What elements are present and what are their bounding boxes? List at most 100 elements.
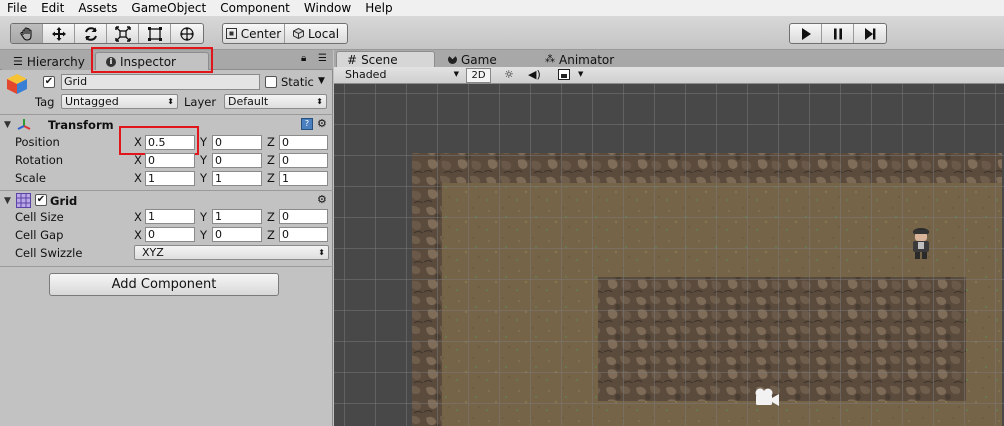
tab-hierarchy-label: Hierarchy <box>26 54 85 69</box>
layer-value: Default <box>228 95 269 108</box>
transform-axes-icon <box>16 117 32 136</box>
effects-image-icon[interactable] <box>558 69 570 80</box>
scale-x-field[interactable]: 1 <box>145 171 195 186</box>
gear-icon[interactable]: ⚙ <box>317 117 327 130</box>
cell-gap-label: Cell Gap <box>15 228 64 242</box>
main-toolbar: Center Local <box>0 16 1004 50</box>
cell-swizzle-dropdown[interactable]: XYZ ⬍ <box>134 245 329 260</box>
menu-file[interactable]: File <box>0 0 34 16</box>
rect-tool-icon[interactable] <box>139 24 171 43</box>
audio-toggle-icon[interactable]: ◀) <box>528 68 541 81</box>
tab-animator[interactable]: ⁂ Animator <box>534 51 626 67</box>
step-icon[interactable] <box>854 24 886 43</box>
shading-dropdown[interactable]: Shaded ▼ <box>342 68 462 83</box>
axis-x-label: X <box>134 210 142 224</box>
axis-y-label: Y <box>200 153 208 167</box>
position-y-field[interactable]: 0 <box>212 135 262 150</box>
move-tool-icon[interactable] <box>43 24 75 43</box>
foldout-arrow-icon[interactable]: ▼ <box>4 196 11 206</box>
pivot-center-button[interactable]: Center <box>223 24 285 43</box>
static-dropdown-icon[interactable]: ▼ <box>318 76 325 86</box>
position-label: Position <box>15 135 60 149</box>
position-z-field[interactable]: 0 <box>279 135 328 150</box>
tab-game[interactable]: Game <box>437 51 508 67</box>
cell-swizzle-value: XYZ <box>142 246 164 259</box>
object-name-field[interactable]: Grid <box>61 74 260 90</box>
menu-bar: File Edit Assets GameObject Component Wi… <box>0 0 1004 16</box>
layer-dropdown[interactable]: Default ⬍ <box>224 94 327 109</box>
scene-options-bar: Shaded ▼ 2D ☼ ◀) ▼ <box>334 67 1004 84</box>
updown-arrow-icon: ⬍ <box>318 248 325 257</box>
cell-gap-y-field[interactable]: 0 <box>212 227 262 242</box>
menu-gameobject[interactable]: GameObject <box>124 0 213 16</box>
axis-y-label: Y <box>200 228 208 242</box>
shading-value: Shaded <box>345 68 387 81</box>
static-label: Static <box>281 75 314 89</box>
menu-component[interactable]: Component <box>213 0 297 16</box>
active-checkbox[interactable]: ✔ <box>43 76 55 88</box>
menu-assets[interactable]: Assets <box>71 0 124 16</box>
mode-2d-toggle[interactable]: 2D <box>466 68 491 83</box>
tab-menu-icon[interactable]: ☰ <box>318 53 327 64</box>
tab-scene[interactable]: # Scene <box>336 51 435 67</box>
transform-tool-icon[interactable] <box>171 24 203 43</box>
scale-tool-icon[interactable] <box>107 24 139 43</box>
cell-size-z-field[interactable]: 0 <box>279 209 328 224</box>
rotate-tool-icon[interactable] <box>75 24 107 43</box>
transform-title: Transform <box>48 118 114 132</box>
gear-icon[interactable]: ⚙ <box>317 193 327 206</box>
play-icon[interactable] <box>790 24 822 43</box>
list-icon: ☰ <box>13 55 23 68</box>
tab-hierarchy[interactable]: ☰ Hierarchy <box>2 52 96 70</box>
menu-edit[interactable]: Edit <box>34 0 71 16</box>
cell-size-y-field[interactable]: 1 <box>212 209 262 224</box>
axis-y-label: Y <box>200 210 208 224</box>
foldout-arrow-icon[interactable]: ▼ <box>4 120 11 130</box>
scene-canvas[interactable] <box>334 84 1004 426</box>
scale-z-field[interactable]: 1 <box>279 171 328 186</box>
scale-y-field[interactable]: 1 <box>212 171 262 186</box>
grid-enabled-checkbox[interactable]: ✔ <box>35 194 47 206</box>
divider <box>0 114 333 115</box>
play-controls <box>789 23 887 44</box>
gameobject-cube-icon <box>6 73 28 98</box>
rotation-z-field[interactable]: 0 <box>279 153 328 168</box>
center-pivot-icon <box>225 28 237 39</box>
tab-animator-label: Animator <box>559 52 615 67</box>
pivot-toggles: Center Local <box>222 23 348 44</box>
divider <box>0 190 333 191</box>
lock-icon[interactable]: 🔒︎ <box>301 53 306 64</box>
grid-component-icon <box>16 193 31 211</box>
effects-dropdown-icon[interactable]: ▼ <box>578 70 583 78</box>
static-checkbox[interactable] <box>265 76 277 88</box>
axis-z-label: Z <box>267 210 275 224</box>
inspector-tab-highlight <box>91 47 213 73</box>
lighting-toggle-icon[interactable]: ☼ <box>504 68 514 81</box>
menu-help[interactable]: Help <box>358 0 399 16</box>
pause-icon[interactable] <box>822 24 854 43</box>
rotation-label: Rotation <box>15 153 64 167</box>
scene-panel: # Scene Game ⁂ Animator Shaded ▼ 2D ☼ ◀) … <box>334 50 1004 426</box>
scene-tab-bar: # Scene Game ⁂ Animator <box>334 50 1004 67</box>
updown-arrow-icon: ⬍ <box>316 97 323 106</box>
add-component-button[interactable]: Add Component <box>49 273 279 296</box>
scale-label: Scale <box>15 171 46 185</box>
pacman-icon <box>448 55 457 64</box>
menu-window[interactable]: Window <box>297 0 358 16</box>
grid-title: Grid <box>50 194 78 208</box>
inspector-panel: ☰ Hierarchy i Inspector 🔒︎ ☰ ✔ Grid Stat… <box>0 47 333 426</box>
pivot-local-button[interactable]: Local <box>285 24 347 43</box>
cell-gap-z-field[interactable]: 0 <box>279 227 328 242</box>
scene-viewport[interactable] <box>334 84 1004 426</box>
layer-label: Layer <box>184 95 217 109</box>
tag-dropdown[interactable]: Untagged ⬍ <box>61 94 178 109</box>
tag-value: Untagged <box>65 95 119 108</box>
dropdown-arrow-icon: ▼ <box>453 70 459 78</box>
cell-size-x-field[interactable]: 1 <box>145 209 195 224</box>
hand-tool-icon[interactable] <box>11 24 43 43</box>
help-book-icon[interactable]: ? <box>301 118 313 130</box>
axis-z-label: Z <box>267 171 275 185</box>
rotation-y-field[interactable]: 0 <box>212 153 262 168</box>
rotation-x-field[interactable]: 0 <box>145 153 195 168</box>
cell-gap-x-field[interactable]: 0 <box>145 227 195 242</box>
